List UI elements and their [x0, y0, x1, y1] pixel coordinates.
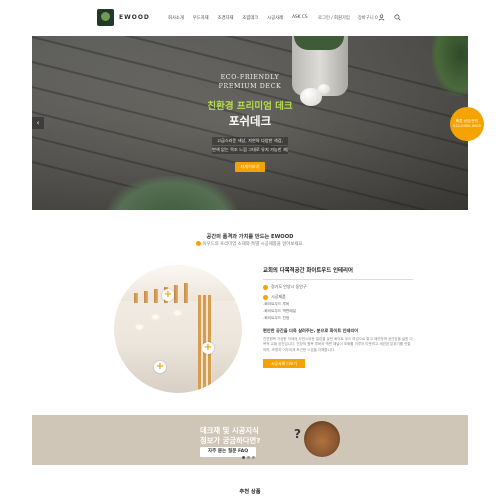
slider-dot[interactable]	[252, 456, 255, 459]
ceiling-beam	[174, 285, 178, 303]
quick-contact-badge[interactable]: 빠른 상담/문의 031-0000-0000	[450, 107, 484, 141]
recommended-products-title: 추천 상품	[239, 489, 261, 495]
logo[interactable]: EWOOD	[97, 9, 150, 26]
prev-slide-arrow-icon[interactable]: ‹	[32, 117, 44, 129]
search-icon[interactable]	[394, 14, 401, 21]
case-product-item: -화이트우드 루버	[263, 302, 290, 306]
site-header: EWOOD 회사소개 우드자재 조경자재 조립데크 시공사례 ASK CS 로그…	[0, 0, 500, 36]
main-nav: 회사소개 우드자재 조경자재 조립데크 시공사례 ASK CS	[168, 15, 308, 21]
case-title: 교회의 다목적공간 화이트우드 인테리어	[263, 268, 353, 274]
intro-title: 공간의 품격과 가치를 만드는 EWOOD	[206, 234, 294, 240]
brand-name: EWOOD	[119, 14, 150, 21]
utility-links: 로그인 / 회원가입 장바구니 0	[318, 15, 378, 21]
nav-item-askcs[interactable]: ASK CS	[292, 15, 308, 21]
hero-title: 친환경 프리미엄 데크	[207, 101, 293, 112]
hero-eyebrow-line1: ECO-FRIENDLY	[220, 74, 280, 81]
ceiling-light	[136, 325, 143, 329]
intro-subtitle: 이우드의 프리미엄 소재와 특별 시공제품을 알아보세요.	[0, 241, 500, 247]
case-info: 교회의 다목적공간 화이트우드 인테리어 경기도 안양시 동안구 시공제품 -화…	[263, 266, 413, 369]
location-pin-icon	[263, 284, 268, 290]
case-products: 시공제품	[263, 294, 413, 300]
case-products-head: 시공제품	[271, 294, 286, 299]
hero-detail-button[interactable]: 자세히보기	[235, 162, 265, 172]
leaf-dot-icon	[196, 241, 202, 246]
divider	[263, 279, 413, 280]
ceiling-beam	[154, 289, 158, 303]
ceiling-beam	[134, 293, 138, 303]
ceiling-beam	[144, 291, 148, 303]
slider-dots	[242, 456, 255, 459]
nav-item-assembly-deck[interactable]: 조립데크	[242, 15, 258, 21]
hero-desc-line1: 고급스러운 색상, 자연의 다양한 색감,	[212, 137, 288, 145]
hero-banner: ECO-FRIENDLY PREMIUM DECK 친환경 프리미엄 데크 포쉬…	[32, 36, 468, 210]
case-paragraph: 천연원목 가공한 자재의 자연스러운 질감을 살린 화이트 우드 마감으로 밝고…	[263, 337, 413, 352]
case-photo: + + +	[114, 265, 242, 393]
nav-item-wood[interactable]: 우드자재	[193, 15, 209, 21]
case-product-item: -화이트우드 천정	[263, 316, 290, 320]
hero-eyebrow-line2: PREMIUM DECK	[218, 83, 282, 90]
hotspot-plus-icon[interactable]: +	[154, 361, 166, 373]
cart-link[interactable]: 장바구니 0	[358, 15, 378, 21]
hotspot-plus-icon[interactable]: +	[162, 289, 174, 301]
case-paragraph-head: 편안한 공간을 더욱 살려주는, 분으로 화이트 인테리어	[263, 328, 359, 333]
ceiling-light	[152, 315, 159, 319]
faq-line2: 정보가 궁금하다면?	[200, 436, 261, 445]
hero-product-name: 포쉬데크	[228, 114, 272, 128]
login-link[interactable]: 로그인 / 회원가입	[318, 15, 350, 21]
hero-desc-line2: 변색 없는 목조 느낌 그대로 유지 가능한 제품	[212, 146, 288, 154]
quick-contact-phone: 031-0000-0000	[453, 124, 481, 128]
slider-dot[interactable]	[242, 456, 245, 459]
pot-plant-image	[294, 36, 344, 50]
nav-item-landscape[interactable]: 조경자재	[218, 15, 234, 21]
product-icon	[263, 294, 268, 300]
question-mark-icon: ?	[294, 427, 301, 441]
user-icon[interactable]	[378, 14, 385, 21]
ceiling-light	[174, 311, 181, 315]
hotspot-plus-icon[interactable]: +	[202, 342, 214, 354]
faq-line1: 데크재 및 시공지식	[200, 426, 259, 435]
case-location: 경기도 안양시 동안구	[263, 284, 413, 290]
more-cases-button[interactable]: 시공사례 더보기	[263, 359, 305, 369]
wood-screws-image	[304, 421, 340, 457]
case-product-item: -화이트우드 벽면패널	[263, 309, 297, 313]
case-location-text: 경기도 안양시 동안구	[271, 284, 307, 289]
ceiling-beam	[184, 283, 188, 303]
intro-subtitle-text: 이우드의 프리미엄 소재와 특별 시공제품을 알아보세요.	[202, 242, 304, 247]
slider-dot[interactable]	[247, 456, 250, 459]
tree-logo-icon	[97, 9, 114, 26]
nav-item-company[interactable]: 회사소개	[168, 15, 184, 21]
nav-item-cases[interactable]: 시공사례	[267, 15, 283, 21]
